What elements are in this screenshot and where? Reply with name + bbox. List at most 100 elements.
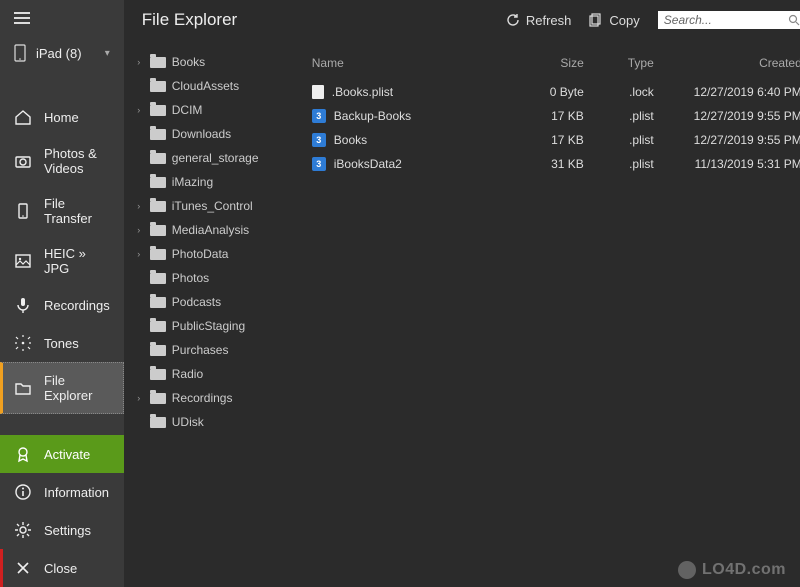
file-size: 0 Byte (522, 85, 592, 99)
col-created[interactable]: Created (662, 56, 800, 70)
copy-button[interactable]: Copy (589, 13, 639, 28)
sidebar-item-label: Information (44, 485, 109, 500)
watermark-icon (678, 561, 696, 579)
tree-item[interactable]: Downloads (130, 122, 294, 146)
folder-icon (150, 416, 166, 428)
expand-icon[interactable]: › (134, 57, 144, 67)
refresh-icon (506, 13, 520, 27)
file-type: .plist (592, 157, 662, 171)
col-type[interactable]: Type (592, 56, 662, 70)
folder-icon (150, 224, 166, 236)
tree-item-label: Purchases (172, 343, 229, 357)
file-type: .plist (592, 109, 662, 123)
file-header: Name Size Type Created (312, 50, 800, 80)
phone-icon (14, 44, 26, 62)
sidebar-item-label: Photos & Videos (44, 146, 110, 176)
folder-icon (150, 152, 166, 164)
tree-item[interactable]: PublicStaging (130, 314, 294, 338)
tree-item[interactable]: general_storage (130, 146, 294, 170)
tree-item[interactable]: ›MediaAnalysis (130, 218, 294, 242)
sidebar-item-label: Close (44, 561, 77, 576)
info-icon (14, 483, 32, 501)
tree-item-label: iMazing (172, 175, 213, 189)
file-created: 12/27/2019 9:55 PM (662, 109, 800, 123)
col-name[interactable]: Name (312, 56, 522, 70)
expand-icon[interactable]: › (134, 201, 144, 211)
app-root: iPad (8) ▾ Home Photos & Videos File Trans… (0, 0, 800, 587)
folder-icon (150, 56, 166, 68)
sidebar-item-home[interactable]: Home (0, 98, 124, 136)
device-label: iPad (8) (36, 46, 82, 61)
tree-item-label: general_storage (172, 151, 259, 165)
refresh-button[interactable]: Refresh (506, 13, 572, 28)
search-placeholder: Search... (664, 13, 788, 27)
image-icon (14, 252, 32, 270)
file-size: 31 KB (522, 157, 592, 171)
sidebar-item-activate[interactable]: Activate (0, 435, 124, 473)
file-row[interactable]: 3Backup-Books17 KB.plist12/27/2019 9:55 … (312, 104, 800, 128)
tree-item-label: Podcasts (172, 295, 221, 309)
sidebar-item-close[interactable]: Close (0, 549, 124, 587)
file-size: 17 KB (522, 109, 592, 123)
file-name: Backup-Books (334, 109, 411, 123)
tree-item[interactable]: UDisk (130, 410, 294, 434)
sidebar-item-settings[interactable]: Settings (0, 511, 124, 549)
toolbar-actions: Refresh Copy Search... (506, 11, 800, 29)
tree-item[interactable]: Photos (130, 266, 294, 290)
tree-item[interactable]: Radio (130, 362, 294, 386)
file-type-icon: 3 (312, 133, 326, 147)
tree-item[interactable]: CloudAssets (130, 74, 294, 98)
tree-item-label: Radio (172, 367, 203, 381)
tree-item-label: Books (172, 55, 205, 69)
search-input[interactable]: Search... (658, 11, 800, 29)
tree-item[interactable]: › Recordings (130, 386, 294, 410)
file-type-icon: 3 (312, 157, 326, 171)
tree-item[interactable]: ›DCIM (130, 98, 294, 122)
menu-icon[interactable] (14, 12, 30, 24)
tree-item-label: PhotoData (172, 247, 229, 261)
sidebar-item-tones[interactable]: Tones (0, 324, 124, 362)
chevron-down-icon: ▾ (105, 48, 110, 59)
folder-icon (150, 248, 166, 260)
sidebar-top (0, 0, 124, 36)
sidebar-item-file-transfer[interactable]: File Transfer (0, 186, 124, 236)
device-selector[interactable]: iPad (8) ▾ (0, 36, 124, 70)
file-row[interactable]: .Books.plist0 Byte.lock12/27/2019 6:40 P… (312, 80, 800, 104)
tree-item[interactable]: › PhotoData (130, 242, 294, 266)
col-size[interactable]: Size (522, 56, 592, 70)
sidebar-nav: Home Photos & Videos File TransferHEIC » J… (0, 98, 124, 414)
sidebar-item-information[interactable]: Information (0, 473, 124, 511)
page-title: File Explorer (142, 10, 237, 30)
file-row[interactable]: 3Books17 KB.plist12/27/2019 9:55 PM (312, 128, 800, 152)
tree-item[interactable]: › Books (130, 50, 294, 74)
expand-icon[interactable]: › (134, 393, 144, 403)
tree-item[interactable]: iMazing (130, 170, 294, 194)
tree-item-label: CloudAssets (172, 79, 239, 93)
content-area: › Books CloudAssets ›DCIMDownloads general_s… (124, 40, 800, 587)
folder-icon (150, 200, 166, 212)
tree-item[interactable]: ›iTunes_Control (130, 194, 294, 218)
tree-item-label: PublicStaging (172, 319, 245, 333)
sidebar-item-photos-videos[interactable]: Photos & Videos (0, 136, 124, 186)
tree-item[interactable]: Purchases (130, 338, 294, 362)
tree-item[interactable]: Podcasts (130, 290, 294, 314)
file-type-icon (312, 85, 324, 99)
home-icon (14, 108, 32, 126)
sidebar-item-file-explorer[interactable]: File Explorer (0, 362, 124, 414)
expand-icon[interactable]: › (134, 105, 144, 115)
tree-item-label: UDisk (172, 415, 204, 429)
expand-icon[interactable]: › (134, 225, 144, 235)
file-created: 11/13/2019 5:31 PM (662, 157, 800, 171)
file-type: .lock (592, 85, 662, 99)
toolbar: File Explorer Refresh Copy Search... (124, 0, 800, 40)
tree-item-label: Photos (172, 271, 209, 285)
tree-item-label: Recordings (172, 391, 233, 405)
watermark-text: LO4D.com (702, 561, 786, 579)
folder-icon (14, 379, 32, 397)
file-row[interactable]: 3iBooksData231 KB.plist11/13/2019 5:31 P… (312, 152, 800, 176)
sidebar-item-heic-jpg[interactable]: HEIC » JPG (0, 236, 124, 286)
expand-icon[interactable]: › (134, 249, 144, 259)
sidebar-item-label: Tones (44, 336, 79, 351)
file-type: .plist (592, 133, 662, 147)
sidebar-item-recordings[interactable]: Recordings (0, 286, 124, 324)
